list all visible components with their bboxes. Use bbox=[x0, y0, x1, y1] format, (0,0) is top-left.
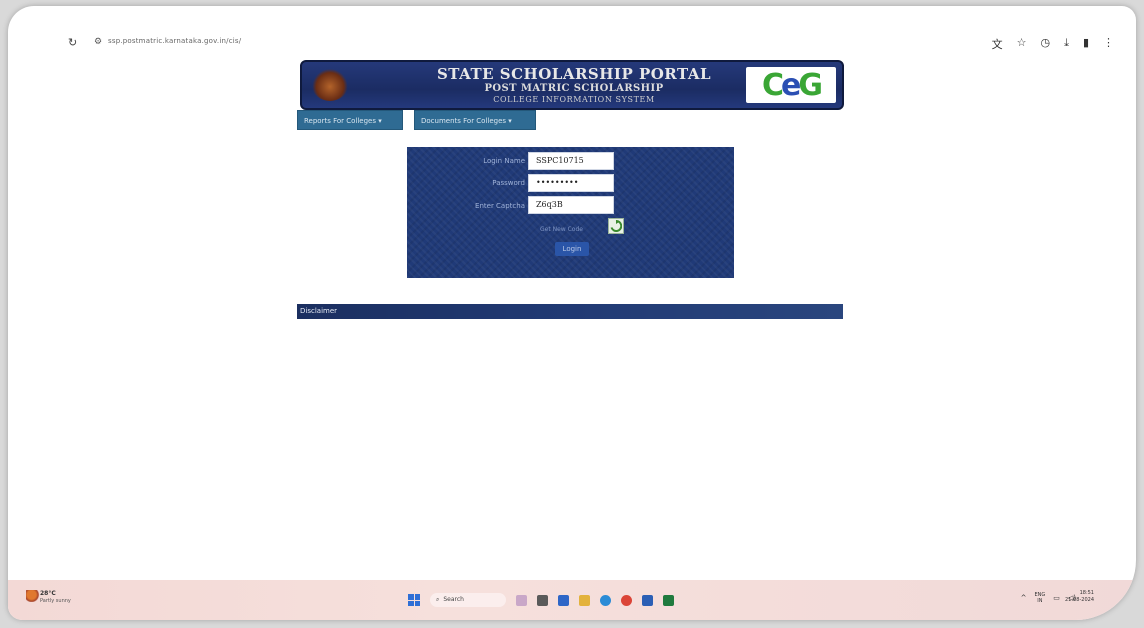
portal-header-banner: STATE SCHOLARSHIP PORTAL POST MATRIC SCH… bbox=[300, 60, 844, 110]
excel-icon[interactable] bbox=[663, 594, 674, 606]
toolbar-right: 文 ☆ ◷ ⤓ ▮ ⋮ bbox=[992, 36, 1114, 52]
documents-for-colleges-menu[interactable]: Documents For Colleges ▾ bbox=[414, 110, 536, 130]
search-icon: ⌕ bbox=[436, 596, 440, 603]
download-icon[interactable]: ⤓ bbox=[1064, 36, 1069, 52]
captcha-label: Enter Captcha bbox=[475, 202, 525, 210]
network-icon[interactable]: ▭ bbox=[1053, 594, 1060, 602]
browser-toolbar: ↻ ⚙ ssp.postmatric.karnataka.gov.in/cis/… bbox=[8, 6, 1136, 64]
taskbar-search[interactable]: ⌕ Search bbox=[430, 593, 506, 607]
clock[interactable]: 18:51 21-08-2024 bbox=[1065, 590, 1094, 604]
weather-description: Partly sunny bbox=[40, 598, 71, 604]
file-explorer-icon[interactable] bbox=[579, 594, 590, 606]
password-label: Password bbox=[492, 179, 525, 187]
screen: ↻ ⚙ ssp.postmatric.karnataka.gov.in/cis/… bbox=[8, 6, 1136, 620]
widgets-icon[interactable] bbox=[516, 594, 527, 606]
region-code: IN bbox=[1037, 598, 1043, 604]
chevron-up-icon[interactable]: ^ bbox=[1021, 594, 1027, 602]
history-icon[interactable]: ◷ bbox=[1040, 36, 1050, 52]
windows-start-icon[interactable] bbox=[408, 594, 420, 606]
menu-icon[interactable]: ⋮ bbox=[1103, 36, 1114, 52]
ceg-logo: CeG bbox=[746, 67, 836, 103]
site-info-icon[interactable]: ⚙ bbox=[94, 37, 102, 47]
clock-time: 18:51 bbox=[1079, 590, 1094, 596]
password-field[interactable]: ••••••••• bbox=[528, 174, 614, 192]
translate-icon[interactable]: 文 bbox=[992, 36, 1003, 52]
star-icon[interactable]: ☆ bbox=[1017, 36, 1027, 52]
clock-date: 21-08-2024 bbox=[1064, 597, 1094, 603]
address-bar[interactable]: ssp.postmatric.karnataka.gov.in/cis/ bbox=[108, 37, 241, 45]
teams-icon[interactable] bbox=[558, 594, 569, 606]
search-placeholder: Search bbox=[443, 596, 464, 603]
captcha-field[interactable]: Z6q3B bbox=[528, 196, 614, 214]
disclaimer-bar[interactable]: Disclaimer bbox=[297, 304, 843, 319]
taskbar-apps: ⌕ Search bbox=[408, 593, 674, 607]
weather-temp: 28°C bbox=[40, 590, 56, 597]
chrome-icon[interactable] bbox=[621, 594, 632, 606]
login-name-label: Login Name bbox=[483, 157, 525, 165]
language-indicator[interactable]: ENG IN bbox=[1034, 592, 1045, 604]
word-icon[interactable] bbox=[642, 594, 653, 606]
refresh-captcha-icon[interactable] bbox=[608, 218, 624, 234]
weather-icon[interactable] bbox=[26, 590, 40, 602]
edge-icon[interactable] bbox=[600, 594, 611, 606]
login-name-field[interactable]: SSPC10715 bbox=[528, 152, 614, 170]
task-view-icon[interactable] bbox=[537, 594, 548, 606]
login-button[interactable]: Login bbox=[555, 242, 589, 256]
extension-icon[interactable]: ▮ bbox=[1083, 36, 1089, 52]
reload-icon[interactable]: ↻ bbox=[68, 36, 77, 49]
get-new-code-link[interactable]: Get New Code bbox=[540, 226, 583, 233]
login-panel: Login Name SSPC10715 Password ••••••••• … bbox=[407, 147, 734, 278]
windows-taskbar: 28°C Partly sunny ⌕ Search ^ ENG IN ▭ ◁)… bbox=[8, 580, 1136, 620]
reports-for-colleges-menu[interactable]: Reports For Colleges ▾ bbox=[297, 110, 403, 130]
